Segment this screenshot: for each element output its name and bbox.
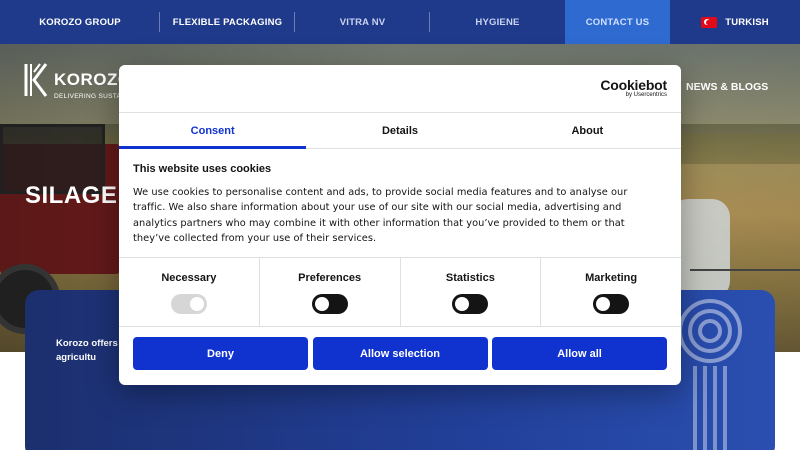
consent-body: This website uses cookies We use cookies…: [133, 163, 653, 246]
preferences-toggle[interactable]: [311, 294, 348, 314]
consent-categories: Necessary Preferences Statistics Marketi…: [119, 257, 681, 327]
deny-button[interactable]: Deny: [133, 337, 308, 370]
necessary-toggle: [170, 294, 207, 314]
consent-description: We use cookies to personalise content an…: [133, 187, 628, 244]
category-necessary: Necessary: [119, 258, 260, 326]
consent-tabs: Consent Details About: [119, 112, 681, 149]
consent-title: This website uses cookies: [133, 163, 272, 175]
tab-consent[interactable]: Consent: [119, 113, 307, 149]
consent-actions: Deny Allow selection Allow all: [133, 337, 667, 370]
allow-all-button[interactable]: Allow all: [492, 337, 667, 370]
category-statistics-label: Statistics: [445, 272, 495, 284]
tab-details[interactable]: Details: [306, 113, 493, 148]
allow-selection-button[interactable]: Allow selection: [312, 337, 488, 370]
category-marketing-label: Marketing: [585, 272, 638, 284]
tab-about[interactable]: About: [494, 113, 681, 148]
category-preferences: Preferences: [260, 258, 401, 326]
category-necessary-label: Necessary: [161, 272, 217, 284]
cookiebot-logo: Cookiebot by Usercentrics: [600, 77, 667, 98]
statistics-toggle[interactable]: [452, 294, 489, 314]
brand-name: Cookiebot: [600, 77, 667, 93]
marketing-toggle[interactable]: [593, 294, 630, 314]
category-preferences-label: Preferences: [298, 272, 362, 284]
category-statistics: Statistics: [401, 258, 542, 326]
category-marketing: Marketing: [541, 258, 681, 326]
cookie-consent-dialog: Cookiebot by Usercentrics Consent Detail…: [119, 65, 681, 385]
